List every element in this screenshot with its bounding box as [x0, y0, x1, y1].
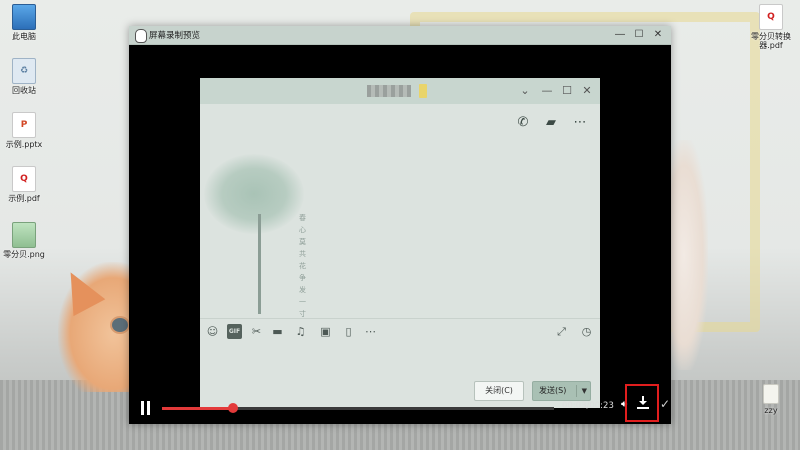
emoji-icon: ☺: [206, 325, 219, 338]
confirm-check-icon[interactable]: ✓: [660, 397, 670, 411]
desktop-icon-pptx[interactable]: P 示例.pptx: [0, 112, 48, 149]
scissors-icon: ✂: [251, 325, 262, 338]
captured-chat-window: ⌄ — ☐ ✕ 春心莫共花争发一寸相思一寸灰 ✆ ▰ ⋯ ☺ GIF ✂ ▬ ♫…: [200, 78, 600, 408]
player-controls: 00:03/00:23 🔊︎ ✓: [129, 384, 671, 424]
pptx-file-icon: P: [12, 112, 36, 138]
desktop-icon-label: 此电脑: [12, 32, 36, 41]
phone-call-icon: ✆: [517, 115, 529, 130]
desktop-icon-label: 回收站: [12, 86, 36, 95]
download-button[interactable]: [625, 384, 659, 422]
wallpaper-cat-right: [668, 140, 708, 370]
expand-icon: ⤢: [557, 325, 566, 338]
window-minimize-button[interactable]: —: [613, 27, 627, 43]
chat-maximize-icon: ☐: [562, 84, 572, 97]
contact-badge-icon: [419, 84, 427, 98]
tree-illustration: [204, 154, 304, 234]
cat-ear: [54, 263, 106, 317]
chat-message-area: 春心莫共花争发一寸相思一寸灰: [200, 104, 600, 318]
progress-thumb[interactable]: [227, 403, 238, 413]
more-options-icon: ⋯: [573, 115, 587, 130]
desktop-icon-label: 示例.pdf: [8, 194, 40, 203]
folder-icon: ▬: [272, 325, 283, 338]
time-readout: 00:03/00:23: [562, 401, 614, 411]
desktop-icon-label: 零分贝.png: [3, 250, 45, 259]
window-maximize-button[interactable]: ☐: [632, 27, 646, 43]
desktop-icon-pdf[interactable]: Q 示例.pdf: [0, 166, 48, 203]
image-icon: ▣: [320, 325, 331, 338]
cat-eye: [110, 316, 130, 334]
pdf-file-icon: Q: [759, 4, 783, 30]
screen-share-icon: ▯: [345, 325, 352, 338]
tree-trunk: [258, 214, 261, 314]
download-icon: [637, 396, 649, 410]
desktop-icon-pdf-converter[interactable]: Q 零分贝转换器.pdf: [744, 4, 798, 50]
recording-preview-window: 屏幕录制预览 — ☐ ✕ ⌄ — ☐ ✕ 春心莫共花争发一寸相思一寸灰 ✆ ▰ …: [129, 26, 671, 424]
desktop-icon-label: 示例.pptx: [5, 140, 43, 149]
window-titlebar[interactable]: 屏幕录制预览 — ☐ ✕: [129, 26, 671, 45]
blurred-contact-name: [367, 85, 411, 97]
progress-fill: [162, 407, 233, 410]
computer-icon: [12, 4, 36, 30]
desktop-icon-recycle-bin[interactable]: ♻ 回收站: [0, 58, 48, 95]
desktop-icon-zzy[interactable]: zzy: [744, 384, 798, 415]
pdf-file-icon: Q: [12, 166, 36, 192]
poem-vertical-text: 春心莫共花争发一寸相思一寸灰: [299, 214, 306, 318]
gif-icon: GIF: [227, 324, 242, 339]
history-clock-icon: ◷: [581, 325, 592, 338]
more-tools-icon: ⋯: [365, 325, 376, 338]
chat-minimize-icon: —: [541, 84, 553, 97]
video-call-icon: ▰: [546, 115, 556, 130]
chat-close-icon: ✕: [582, 84, 592, 97]
window-close-button[interactable]: ✕: [651, 27, 665, 43]
desktop-icon-label: zzy: [764, 406, 778, 415]
app-penguin-icon: [135, 29, 147, 43]
desktop-icon-this-pc[interactable]: 此电脑: [0, 4, 48, 41]
progress-bar[interactable]: [162, 403, 554, 413]
pause-button[interactable]: [139, 401, 153, 415]
recycle-bin-icon: ♻: [12, 58, 36, 84]
png-file-icon: [12, 222, 36, 248]
desktop-icon-png[interactable]: 零分贝.png: [0, 222, 48, 259]
chat-collapse-icon: ⌄: [520, 84, 530, 97]
chat-header: ⌄ — ☐ ✕: [200, 78, 600, 104]
chat-toolbar: ☺ GIF ✂ ▬ ♫ ▣ ▯ ⋯ ⤢ ◷: [200, 318, 600, 345]
music-icon: ♫: [295, 325, 306, 338]
desktop-icon-label: 零分贝转换器.pdf: [751, 32, 791, 50]
folder-icon: [763, 384, 779, 404]
window-title: 屏幕录制预览: [149, 31, 201, 41]
